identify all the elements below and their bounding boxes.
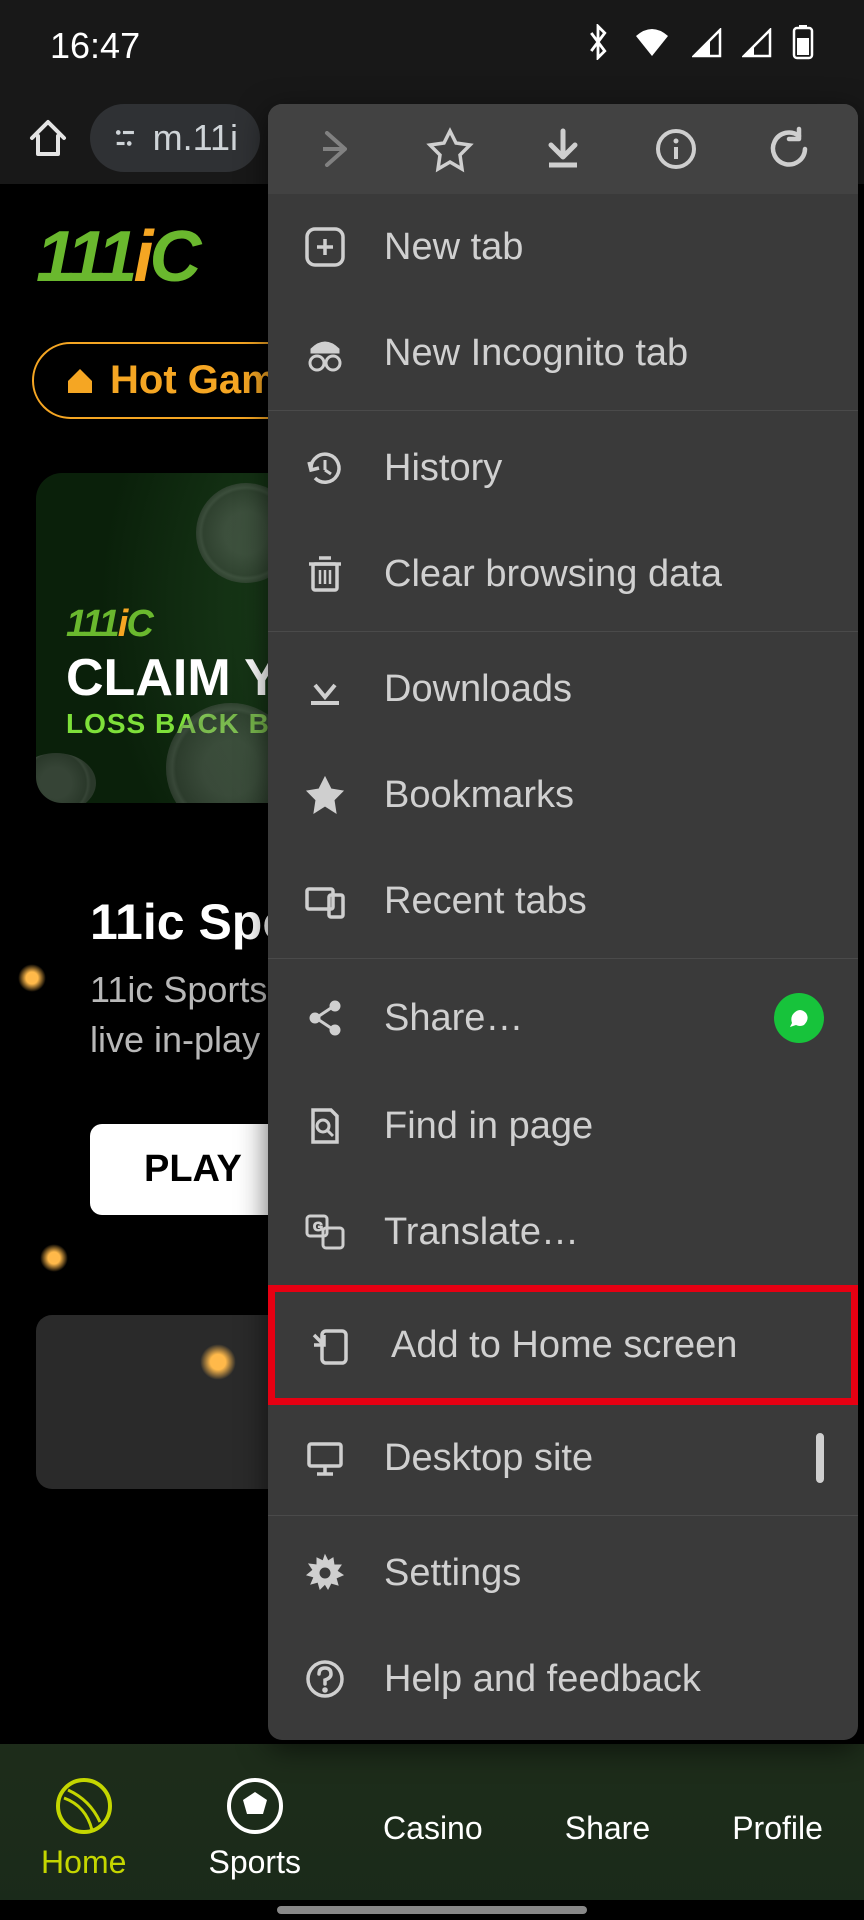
wifi-icon [632, 25, 672, 67]
downloads-icon [302, 666, 348, 712]
nav-share[interactable]: Share [565, 1810, 650, 1847]
info-button[interactable] [649, 122, 703, 176]
devices-icon [302, 878, 348, 924]
incognito-icon [302, 330, 348, 376]
nav-profile[interactable]: Profile [732, 1810, 823, 1847]
help-icon [302, 1656, 348, 1702]
clock: 16:47 [50, 25, 140, 67]
home-fill-icon [64, 365, 96, 397]
bottom-navigation: Home Sports Casino Share Profile [0, 1744, 864, 1900]
download-button[interactable] [536, 122, 590, 176]
nav-casino[interactable]: Casino [383, 1810, 483, 1847]
nav-sports[interactable]: Sports [208, 1776, 300, 1881]
menu-bookmarks[interactable]: Bookmarks [268, 742, 858, 848]
bookmark-button[interactable] [423, 122, 477, 176]
menu-clear-data[interactable]: Clear browsing data [268, 521, 858, 627]
menu-history[interactable]: History [268, 415, 858, 521]
menu-incognito[interactable]: New Incognito tab [268, 300, 858, 406]
url-text: m.11i [153, 117, 238, 159]
reload-button[interactable] [762, 122, 816, 176]
trash-icon [302, 551, 348, 597]
status-bar: 16:47 [0, 0, 864, 92]
desktop-site-checkbox[interactable] [816, 1437, 824, 1480]
bluetooth-icon [584, 24, 612, 69]
menu-new-tab[interactable]: New tab [268, 194, 858, 300]
menu-find-in-page[interactable]: Find in page [268, 1073, 858, 1179]
desktop-icon [302, 1435, 348, 1481]
gesture-bar [277, 1906, 587, 1914]
add-home-icon [309, 1322, 355, 1368]
menu-settings[interactable]: Settings [268, 1520, 858, 1626]
menu-recent-tabs[interactable]: Recent tabs [268, 848, 858, 954]
menu-share[interactable]: Share… [268, 963, 858, 1073]
gear-icon [302, 1550, 348, 1596]
share-icon [302, 995, 348, 1041]
menu-help[interactable]: Help and feedback [268, 1626, 858, 1732]
browser-home-button[interactable] [24, 114, 72, 162]
menu-downloads[interactable]: Downloads [268, 636, 858, 742]
signal2-icon [742, 25, 772, 67]
history-icon [302, 445, 348, 491]
svg-text:G: G [313, 1219, 323, 1234]
site-settings-icon [112, 121, 139, 155]
plus-box-icon [302, 224, 348, 270]
whatsapp-icon [774, 993, 824, 1043]
menu-add-to-home[interactable]: Add to Home screen [268, 1285, 858, 1405]
find-icon [302, 1103, 348, 1149]
football-icon [225, 1776, 285, 1836]
translate-icon: G [302, 1209, 348, 1255]
menu-action-row [268, 104, 858, 194]
menu-desktop-site[interactable]: Desktop site [268, 1405, 858, 1511]
nav-home[interactable]: Home [41, 1776, 126, 1881]
cricket-ball-icon [54, 1776, 114, 1836]
forward-button[interactable] [310, 122, 364, 176]
play-button[interactable]: PLAY [90, 1124, 296, 1215]
signal-icon [692, 25, 722, 67]
battery-icon [792, 24, 814, 69]
browser-overflow-menu: New tab New Incognito tab History Clear … [268, 104, 858, 1740]
url-bar[interactable]: m.11i [90, 104, 260, 172]
menu-translate[interactable]: G Translate… [268, 1179, 858, 1285]
star-fill-icon [302, 772, 348, 818]
